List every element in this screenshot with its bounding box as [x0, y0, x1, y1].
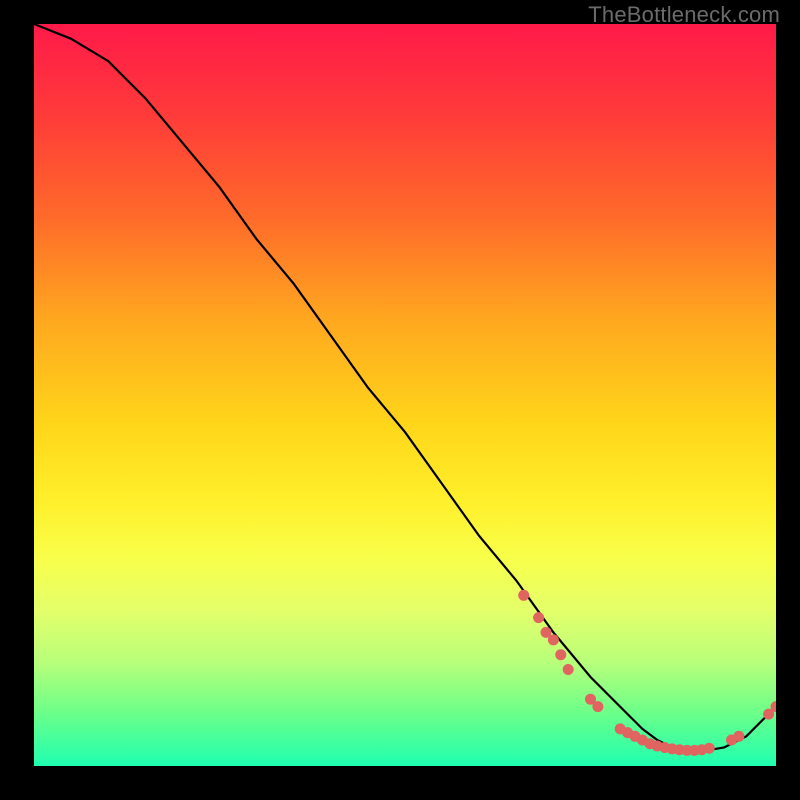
- curve-marker: [518, 590, 529, 601]
- curve-marker: [733, 731, 744, 742]
- curve-marker: [555, 649, 566, 660]
- chart-frame: TheBottleneck.com: [0, 0, 800, 800]
- curve-marker: [592, 701, 603, 712]
- bottleneck-curve: [34, 24, 776, 751]
- curve-marker: [533, 612, 544, 623]
- curve-marker: [563, 664, 574, 675]
- curve-marker: [548, 634, 559, 645]
- curve-markers: [518, 590, 776, 756]
- chart-plot-area: [34, 24, 776, 766]
- chart-svg: [34, 24, 776, 766]
- curve-marker: [704, 743, 715, 754]
